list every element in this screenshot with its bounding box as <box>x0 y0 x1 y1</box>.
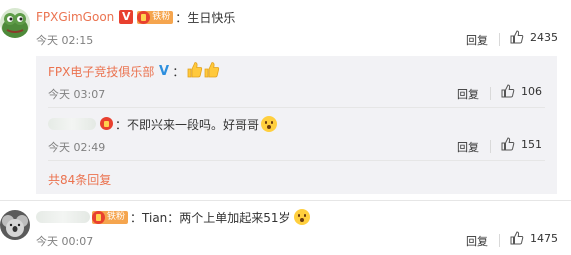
more-replies-link[interactable]: 共84条回复 <box>48 171 111 188</box>
reply-button[interactable]: 回复 <box>466 32 488 48</box>
comment-time: 今天 02:15 <box>36 34 94 47</box>
sub-comment-separator: ： <box>115 117 128 132</box>
sub-comment-time: 今天 02:49 <box>48 141 106 154</box>
frog-avatar-icon[interactable] <box>0 8 30 38</box>
like-count: 1475 <box>530 231 558 245</box>
thumbs-up-emoji-icon <box>203 61 220 82</box>
medal-icon <box>99 117 115 131</box>
divider <box>499 33 500 46</box>
divider <box>499 234 500 247</box>
comment-separator: ： <box>130 210 143 225</box>
vip-v-icon: V <box>119 10 134 24</box>
blurred-author-name[interactable] <box>36 211 90 223</box>
sub-comment-separator: ： <box>172 64 185 79</box>
comment-time: 今天 00:07 <box>36 235 94 248</box>
fan-badge-label: 铁粉 <box>152 11 171 22</box>
divider <box>490 87 491 100</box>
blurred-author-name[interactable] <box>48 118 96 130</box>
like-button[interactable]: 106 <box>501 84 542 98</box>
reply-button[interactable]: 回复 <box>466 233 488 249</box>
like-button[interactable]: 2435 <box>510 30 558 44</box>
surprised-emoji-icon <box>261 116 278 132</box>
comment-text: 生日快乐 <box>187 10 236 25</box>
comment-author[interactable]: FPXGimGoon <box>36 10 114 24</box>
sub-comment-time: 今天 03:07 <box>48 88 106 101</box>
reply-button[interactable]: 回复 <box>457 139 479 155</box>
like-icon <box>501 137 515 151</box>
reply-button[interactable]: 回复 <box>457 86 479 102</box>
divider <box>0 200 571 201</box>
like-count: 2435 <box>530 30 558 44</box>
divider <box>48 160 545 161</box>
fan-badge-icon[interactable]: 铁粉 <box>137 10 174 24</box>
like-icon <box>501 84 515 98</box>
sub-comment-header: FPX电子竞技俱乐部 V ： <box>48 61 220 82</box>
comment-header: 铁粉 ： Tian：两个上单加起来51岁 <box>36 208 310 226</box>
comment-text: Tian：两个上单加起来51岁 <box>142 210 291 225</box>
thumbs-up-emoji-icon <box>186 61 203 82</box>
like-icon <box>510 231 524 245</box>
fan-badge-label: 铁粉 <box>107 211 126 222</box>
koala-avatar-icon[interactable] <box>0 210 30 240</box>
divider <box>490 140 491 153</box>
like-count: 151 <box>521 137 542 151</box>
surprised-emoji-icon <box>293 209 310 225</box>
sub-comment-text: 不即兴来一段吗。好哥哥 <box>127 117 260 132</box>
like-count: 106 <box>521 84 542 98</box>
like-button[interactable]: 1475 <box>510 231 558 245</box>
sub-comment-author[interactable]: FPX电子竞技俱乐部 <box>48 63 154 80</box>
like-button[interactable]: 151 <box>501 137 542 151</box>
divider <box>48 107 545 108</box>
svg-text:V: V <box>159 64 169 77</box>
blue-v-icon: V <box>158 62 172 81</box>
sub-comment-header: ： 不即兴来一段吗。好哥哥 <box>48 115 278 133</box>
comment-header: FPXGimGoon V 铁粉 ： 生日快乐 <box>36 9 235 25</box>
comment-separator: ： <box>175 10 188 25</box>
fan-badge-icon[interactable]: 铁粉 <box>92 210 129 224</box>
like-icon <box>510 30 524 44</box>
